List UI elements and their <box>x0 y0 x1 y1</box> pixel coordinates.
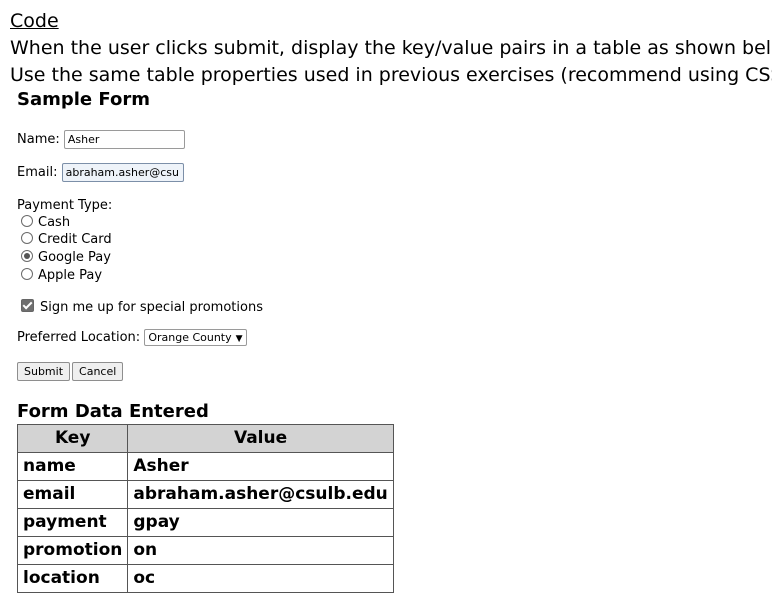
email-label: Email: <box>17 165 58 180</box>
table-row: payment gpay <box>16 508 394 537</box>
table-row: email abraham.asher@csulb.edu <box>16 480 394 509</box>
email-field[interactable] <box>61 163 184 182</box>
key-cell: location <box>16 564 129 593</box>
instruction-line-2: Use the same table properties used in pr… <box>10 64 772 86</box>
radio-label: Cash <box>38 215 71 230</box>
form-buttons: Submit Cancel <box>17 362 125 381</box>
name-row: Name: <box>17 130 185 149</box>
location-select[interactable]: Orange County ▼ <box>144 329 247 346</box>
instructions: Code When the user clicks submit, displa… <box>10 8 772 89</box>
value-cell: oc <box>127 564 394 593</box>
code-heading: Code <box>10 10 59 32</box>
instruction-line-1: When the user clicks submit, display the… <box>10 37 772 59</box>
email-row: Email: <box>17 163 184 182</box>
radio-google-pay[interactable]: Google Pay <box>21 250 111 265</box>
results-table: Key Value name Asher email abraham.asher… <box>16 424 394 593</box>
radio-button[interactable] <box>21 268 33 280</box>
promotions-label: Sign me up for special promotions <box>40 300 263 315</box>
value-cell: on <box>127 536 394 565</box>
payment-type-label: Payment Type: <box>17 198 113 213</box>
radio-label: Apple Pay <box>38 268 103 283</box>
header-key: Key <box>16 424 129 453</box>
value-cell: abraham.asher@csulb.edu <box>127 480 394 509</box>
chevron-down-icon: ▼ <box>235 334 243 344</box>
radio-cash[interactable]: Cash <box>21 215 70 230</box>
form-title: Sample Form <box>17 89 150 110</box>
submit-button[interactable]: Submit <box>17 362 71 381</box>
promotions-row[interactable]: Sign me up for special promotions <box>21 299 263 315</box>
cancel-button[interactable]: Cancel <box>72 362 124 381</box>
radio-button[interactable] <box>21 250 33 262</box>
radio-button[interactable] <box>21 232 33 244</box>
name-field[interactable] <box>63 130 185 149</box>
location-label: Preferred Location: <box>17 330 141 345</box>
table-row: location oc <box>16 564 394 593</box>
promotions-checkbox[interactable] <box>21 299 34 312</box>
radio-button[interactable] <box>21 215 33 227</box>
key-cell: promotion <box>16 536 129 565</box>
value-cell: gpay <box>127 508 394 537</box>
table-row: name Asher <box>16 452 394 481</box>
key-cell: payment <box>16 508 129 537</box>
location-select-value: Orange County <box>148 331 232 344</box>
radio-credit-card[interactable]: Credit Card <box>21 232 112 247</box>
location-row: Preferred Location: Orange County ▼ <box>17 329 247 346</box>
name-label: Name: <box>17 132 60 147</box>
key-cell: name <box>16 452 129 481</box>
radio-label: Credit Card <box>38 232 112 247</box>
header-value: Value <box>127 424 394 453</box>
radio-apple-pay[interactable]: Apple Pay <box>21 268 102 283</box>
table-row: promotion on <box>16 536 394 565</box>
results-title: Form Data Entered <box>17 401 209 422</box>
table-header-row: Key Value <box>16 424 394 453</box>
radio-label: Google Pay <box>38 250 111 265</box>
key-cell: email <box>16 480 129 509</box>
value-cell: Asher <box>127 452 394 481</box>
